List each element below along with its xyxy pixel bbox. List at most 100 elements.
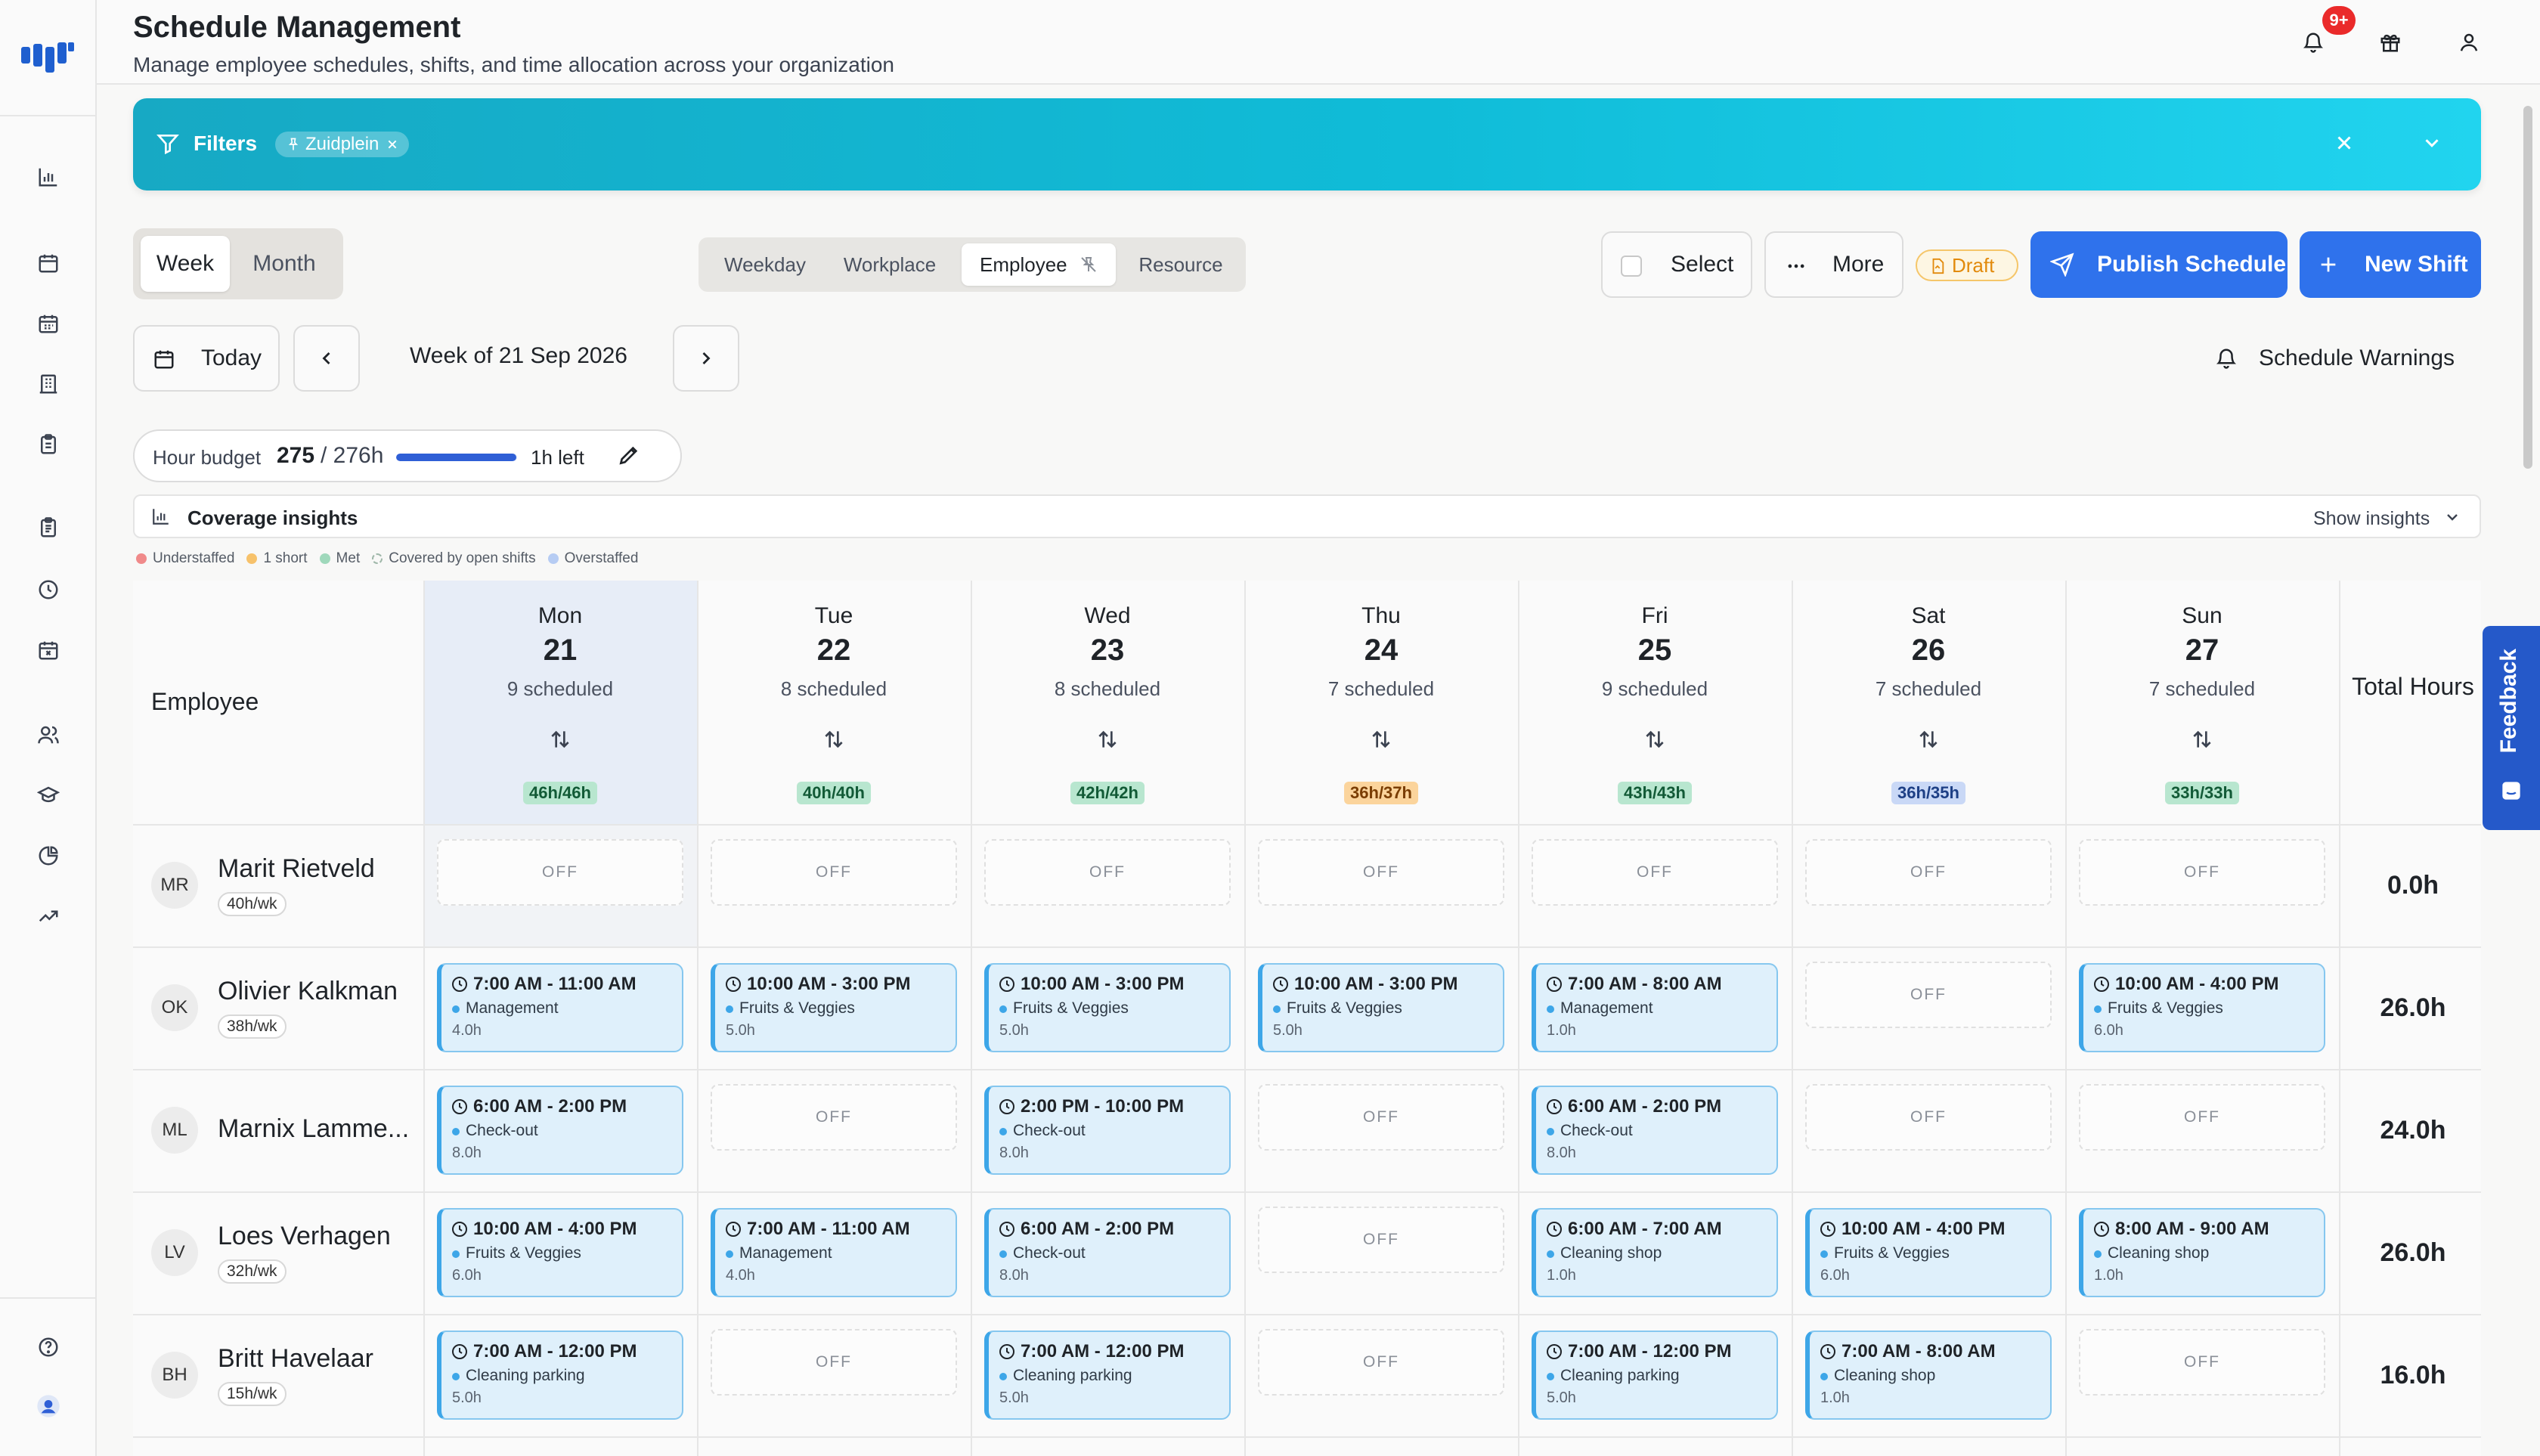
week-toggle[interactable]: Week [141, 236, 230, 292]
off-cell[interactable]: OFF [1258, 1084, 1504, 1151]
off-cell[interactable]: OFF [1805, 1084, 2052, 1151]
shift-card[interactable]: 8:00 AM - 9:00 AM Cleaning shop 1.0h [2079, 1208, 2325, 1297]
select-button[interactable]: Select [1601, 231, 1752, 298]
users-icon[interactable] [35, 721, 62, 748]
sort-icon[interactable] [1095, 727, 1120, 751]
off-cell[interactable]: OFF [1258, 839, 1504, 906]
chip-close-icon[interactable] [386, 138, 398, 150]
employee-cell[interactable]: LV Loes Verhagen 32h/wk [133, 1191, 423, 1314]
shift-card[interactable]: 6:00 AM - 7:00 AM Cleaning shop 1.0h [1532, 1208, 1778, 1297]
schedule-warnings-button[interactable]: Schedule Warnings [2215, 343, 2455, 373]
off-cell[interactable]: OFF [1258, 1207, 1504, 1273]
row-divider [133, 1069, 2481, 1070]
shift-card[interactable]: 7:00 AM - 8:00 AM Cleaning shop 1.0h [1805, 1331, 2052, 1420]
pie-chart-icon[interactable] [35, 842, 62, 869]
coverage-insights[interactable]: Coverage insights Show insights [133, 494, 2481, 538]
calendar-x-icon[interactable] [35, 637, 62, 664]
publish-schedule-button[interactable]: Publish Schedule [2030, 231, 2288, 298]
off-cell[interactable]: OFF [2079, 839, 2325, 906]
select-checkbox[interactable] [1621, 256, 1642, 277]
bar-chart-icon[interactable] [35, 163, 62, 191]
group-resource[interactable]: Resource [1122, 243, 1240, 286]
prev-week-button[interactable] [293, 325, 360, 392]
employee-cell[interactable]: MR Marit Rietveld 40h/wk [133, 824, 423, 946]
sort-icon[interactable] [1369, 727, 1393, 751]
shift-card[interactable]: 7:00 AM - 8:00 AM Management 1.0h [1532, 963, 1778, 1052]
graduation-cap-icon[interactable] [35, 782, 62, 809]
building-icon[interactable] [35, 370, 62, 398]
shift-card[interactable]: 2:00 PM - 10:00 PM Check-out 8.0h [984, 1086, 1231, 1175]
clipboard-icon[interactable] [35, 431, 62, 458]
sort-icon[interactable] [822, 727, 846, 751]
help-circle-icon[interactable] [35, 1334, 62, 1361]
chevron-down-icon[interactable] [2443, 508, 2461, 526]
off-cell[interactable]: OFF [984, 839, 1231, 906]
user-icon[interactable] [2452, 26, 2486, 59]
shift-card[interactable]: 7:00 AM - 11:00 AM Management 4.0h [437, 963, 683, 1052]
month-toggle[interactable]: Month [233, 236, 336, 292]
shift-card[interactable]: 7:00 AM - 12:00 PM Cleaning parking 5.0h [1532, 1331, 1778, 1420]
group-weekday[interactable]: Weekday [705, 243, 826, 286]
show-insights-toggle[interactable]: Show insights [2313, 508, 2430, 530]
off-cell[interactable]: OFF [1258, 1329, 1504, 1396]
shift-card[interactable]: 10:00 AM - 3:00 PM Fruits & Veggies 5.0h [984, 963, 1231, 1052]
off-cell[interactable]: OFF [711, 839, 957, 906]
shift-card[interactable]: 7:00 AM - 12:00 PM Cleaning parking 5.0h [437, 1331, 683, 1420]
filters-bar[interactable]: Filters Zuidplein [133, 98, 2481, 191]
off-cell[interactable]: OFF [1805, 962, 2052, 1028]
off-cell[interactable]: OFF [1805, 839, 2052, 906]
hour-budget-total: / 276h [321, 443, 384, 468]
more-button[interactable]: More [1764, 231, 1903, 298]
employee-name[interactable]: Loes Verhagen [218, 1222, 391, 1251]
shift-card[interactable]: 10:00 AM - 3:00 PM Fruits & Veggies 5.0h [711, 963, 957, 1052]
trending-up-icon[interactable] [35, 903, 62, 930]
logo-icon[interactable] [21, 39, 76, 76]
new-shift-button[interactable]: New Shift [2300, 231, 2481, 298]
sort-icon[interactable] [548, 727, 572, 751]
today-button[interactable]: Today [133, 325, 280, 392]
employee-cell[interactable]: ML Marnix Lamme... [133, 1069, 423, 1191]
off-cell[interactable]: OFF [711, 1084, 957, 1151]
bell-icon[interactable] [2297, 26, 2330, 59]
coverage-pill: 36h/37h [1344, 782, 1418, 804]
employee-cell[interactable]: OK Olivier Kalkman 38h/wk [133, 946, 423, 1069]
feedback-tab[interactable]: Feedback [2483, 626, 2540, 830]
shift-card[interactable]: 6:00 AM - 2:00 PM Check-out 8.0h [437, 1086, 683, 1175]
group-workplace[interactable]: Workplace [827, 243, 952, 286]
sort-icon[interactable] [1916, 727, 1941, 751]
shift-card[interactable]: 6:00 AM - 2:00 PM Check-out 8.0h [1532, 1086, 1778, 1175]
shift-card[interactable]: 10:00 AM - 4:00 PM Fruits & Veggies 6.0h [1805, 1208, 2052, 1297]
shift-card[interactable]: 7:00 AM - 12:00 PM Cleaning parking 5.0h [984, 1331, 1231, 1420]
shift-card[interactable]: 10:00 AM - 3:00 PM Fruits & Veggies 5.0h [1258, 963, 1504, 1052]
employee-name[interactable]: Olivier Kalkman [218, 977, 398, 1006]
off-cell[interactable]: OFF [2079, 1084, 2325, 1151]
sort-icon[interactable] [1643, 727, 1667, 751]
clock-icon[interactable] [35, 576, 62, 603]
off-cell[interactable]: OFF [2079, 1329, 2325, 1396]
shift-card[interactable]: 6:00 AM - 2:00 PM Check-out 8.0h [984, 1208, 1231, 1297]
group-employee[interactable]: Employee [962, 243, 1116, 286]
gift-icon[interactable] [2374, 26, 2407, 59]
employee-name[interactable]: Marit Rietveld [218, 854, 375, 884]
employee-name[interactable]: Britt Havelaar [218, 1344, 373, 1374]
shift-card[interactable]: 7:00 AM - 11:00 AM Management 4.0h [711, 1208, 957, 1297]
sort-icon[interactable] [2190, 727, 2214, 751]
chevron-down-icon[interactable] [2421, 132, 2443, 154]
user-avatar-icon[interactable] [35, 1392, 62, 1420]
day-number: 24 [1364, 634, 1399, 667]
scrollbar[interactable] [2523, 106, 2532, 469]
shift-card[interactable]: 10:00 AM - 4:00 PM Fruits & Veggies 6.0h [437, 1208, 683, 1297]
next-week-button[interactable] [673, 325, 739, 392]
off-cell[interactable]: OFF [1532, 839, 1778, 906]
off-cell[interactable]: OFF [437, 839, 683, 906]
clear-filters-icon[interactable] [2333, 132, 2356, 154]
employee-cell[interactable]: BH Britt Havelaar 15h/wk [133, 1314, 423, 1436]
calendar-icon[interactable] [35, 249, 62, 277]
employee-name[interactable]: Marnix Lamme... [218, 1114, 409, 1144]
calendar-grid-icon[interactable] [35, 310, 62, 337]
off-cell[interactable]: OFF [711, 1329, 957, 1396]
filter-chip[interactable]: Zuidplein [275, 132, 410, 157]
shift-card[interactable]: 10:00 AM - 4:00 PM Fruits & Veggies 6.0h [2079, 963, 2325, 1052]
pencil-icon[interactable] [617, 443, 641, 467]
clipboard-list-icon[interactable] [35, 514, 62, 541]
